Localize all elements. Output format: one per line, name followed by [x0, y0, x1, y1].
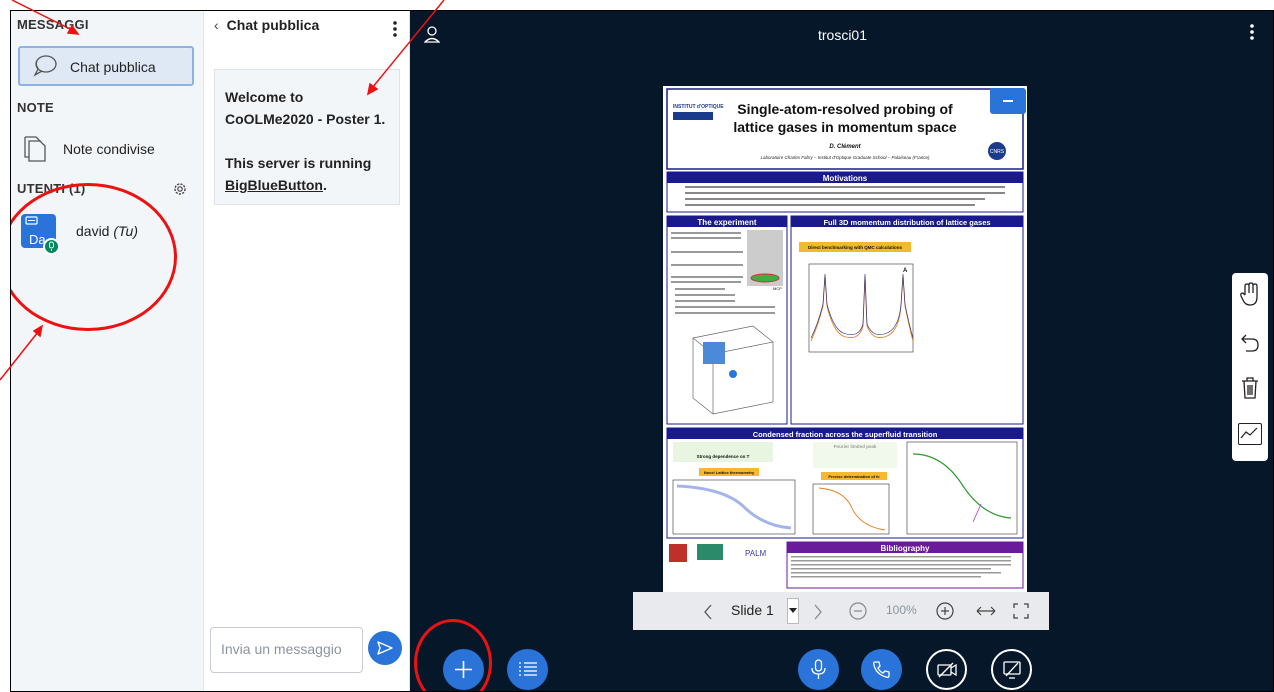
- annotation-arrows: [0, 0, 445, 381]
